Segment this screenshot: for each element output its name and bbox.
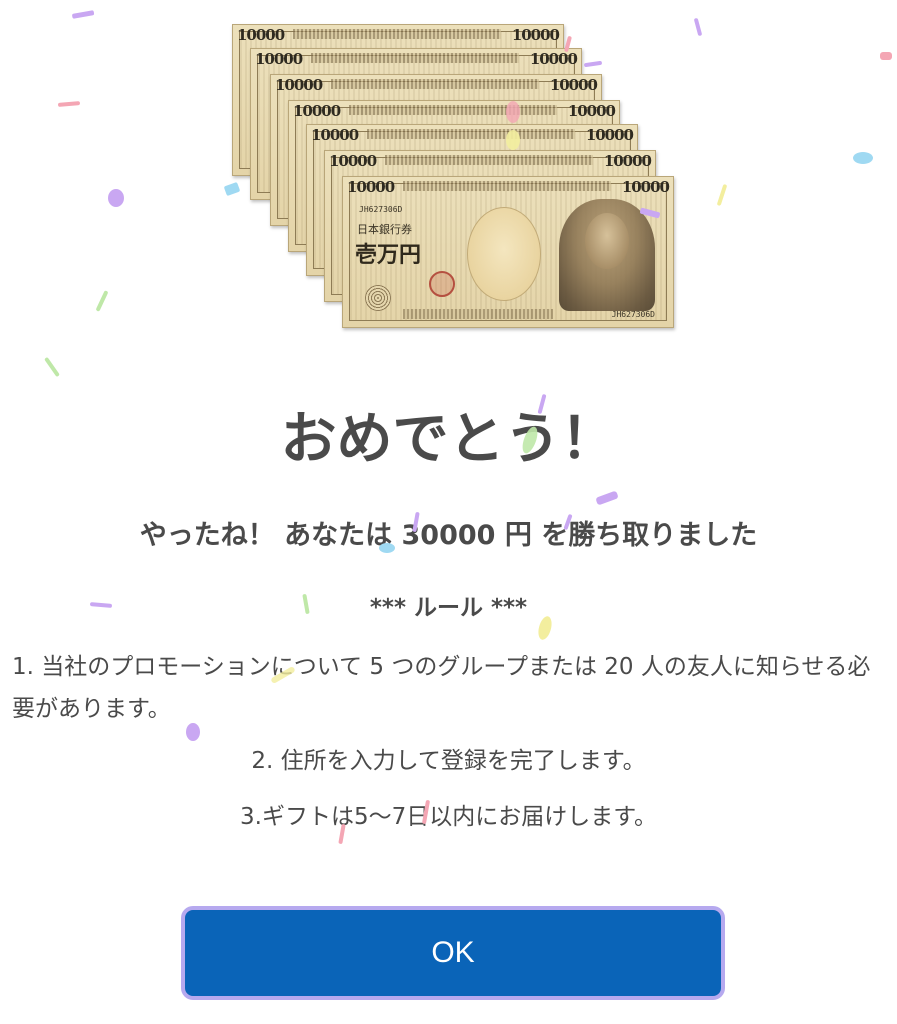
money-bills-image: 10000 10000 10000 10000 10000 10000 10000 10… — [232, 24, 674, 330]
confetti-piece — [58, 101, 80, 107]
red-seal — [429, 271, 455, 297]
confetti-piece — [72, 10, 95, 19]
bill-front: 10000 10000 JH627306D 日本銀行券 壱万円 JH627306… — [342, 176, 674, 328]
confetti-piece — [694, 18, 702, 36]
rosette-emblem — [365, 285, 391, 311]
ok-button[interactable]: OK — [181, 906, 725, 1000]
confetti-piece — [880, 52, 892, 60]
rules-heading: *** ルール *** — [369, 595, 528, 621]
confetti-piece — [853, 152, 873, 164]
portrait-face — [585, 213, 629, 269]
rule-item-1: 1. 当社のプロモーションについて 5 つのグループまたは 20 人の友人に知ら… — [12, 654, 871, 722]
congrats-title: おめでとう！ — [280, 407, 617, 472]
confetti-piece — [44, 357, 60, 377]
confetti-piece — [96, 290, 108, 312]
watermark-oval — [467, 207, 541, 301]
rule-item-3: 3.ギフトは5〜7日以内にお届けします。 — [240, 804, 657, 830]
confetti-piece — [108, 189, 124, 207]
prize-subtitle: やったね！ あなたは 30000 円 を勝ち取りました — [139, 520, 758, 551]
confetti-piece — [717, 184, 727, 206]
confetti-piece — [596, 491, 618, 505]
rule-item-2: 2. 住所を入力して登録を完了します。 — [251, 748, 646, 774]
